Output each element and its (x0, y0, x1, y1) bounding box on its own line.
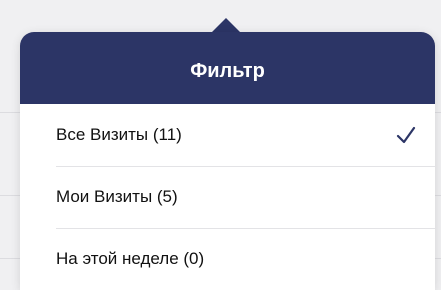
filter-option-label: Мои Визиты (5) (56, 187, 178, 206)
filter-option-all-visits[interactable]: Все Визиты (11) (20, 104, 435, 166)
popover-header: Фильтр (20, 32, 435, 104)
filter-option-label: Все Визиты (11) (56, 125, 182, 144)
popover-title: Фильтр (190, 59, 265, 82)
filter-option-my-visits[interactable]: Мои Визиты (5) (20, 166, 435, 228)
filter-option-label: На этой неделе (0) (56, 249, 205, 268)
checkmark-icon (396, 126, 416, 144)
filter-option-this-week[interactable]: На этой неделе (0) (20, 228, 435, 290)
filter-popover: Фильтр Все Визиты (11) Мои Визиты (5) На… (20, 32, 435, 290)
